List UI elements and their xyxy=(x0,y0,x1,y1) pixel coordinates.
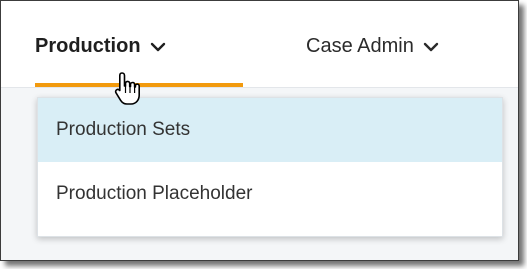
menu-item-label: Production Placeholder xyxy=(56,183,253,204)
chevron-down-icon xyxy=(423,42,439,51)
nav-menu-case-admin-label: Case Admin xyxy=(306,35,414,57)
menu-item-label: Production Sets xyxy=(56,119,191,140)
menu-item-production-sets[interactable]: Production Sets xyxy=(38,98,502,162)
app-window: Production Case Admin Production Sets Pr… xyxy=(0,0,519,261)
nav-menu-production[interactable]: Production xyxy=(35,35,166,58)
chevron-down-icon xyxy=(150,42,165,51)
nav-menu-case-admin[interactable]: Case Admin xyxy=(306,35,439,58)
menu-item-production-placeholder[interactable]: Production Placeholder xyxy=(38,162,502,226)
top-navigation-bar: Production Case Admin xyxy=(1,1,518,88)
nav-menu-production-label: Production xyxy=(35,35,141,57)
production-dropdown-menu: Production Sets Production Placeholder xyxy=(37,97,503,237)
hand-pointer-cursor-icon xyxy=(114,72,140,105)
